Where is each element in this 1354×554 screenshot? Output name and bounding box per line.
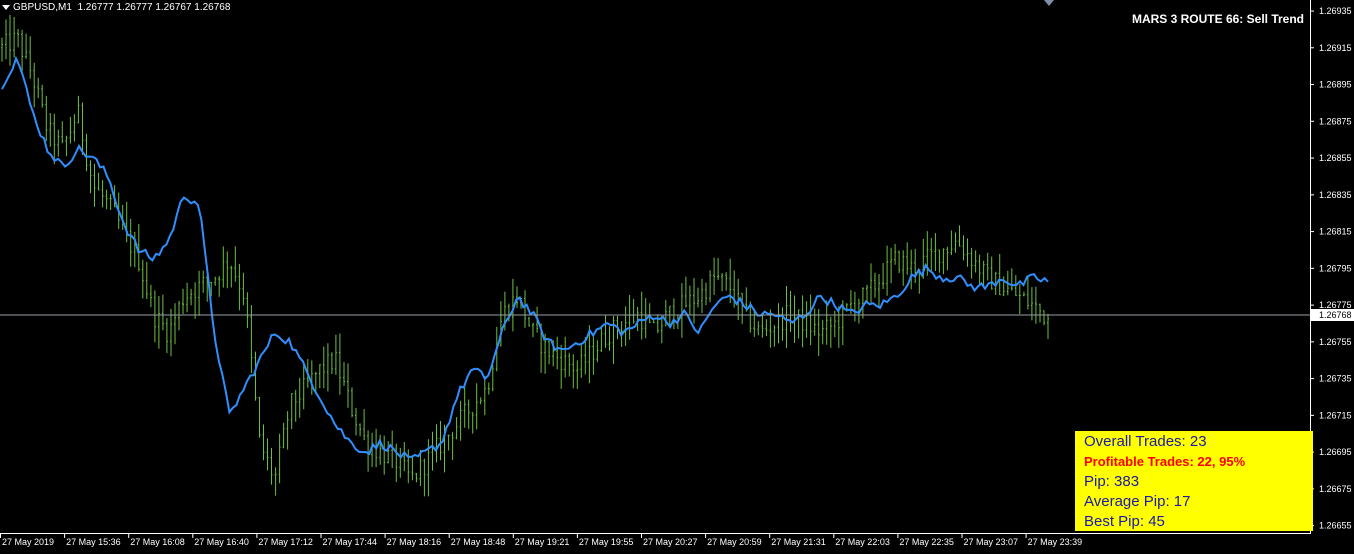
price-axis-label: 1.26655 <box>1319 521 1352 531</box>
time-axis-label: 27 May 20:27 <box>643 537 698 547</box>
time-axis-label: 27 May 16:08 <box>130 537 185 547</box>
time-axis-label: 27 May 17:44 <box>323 537 378 547</box>
symbol-name: GBPUSD,M1 <box>13 2 72 13</box>
dropdown-arrow-icon[interactable] <box>2 4 10 10</box>
time-axis-label: 27 May 23:39 <box>1028 537 1083 547</box>
time-axis-label: 27 May 21:31 <box>771 537 826 547</box>
time-axis-label: 27 May 23:07 <box>964 537 1019 547</box>
expert-advisor-title: MARS 3 ROUTE 66: Sell Trend <box>1131 12 1304 26</box>
time-axis-label: 27 May 17:12 <box>258 537 313 547</box>
price-axis-label: 1.26775 <box>1319 300 1352 310</box>
symbol-header[interactable]: GBPUSD,M1 1.26777 1.26777 1.26767 1.2676… <box>2 2 230 13</box>
time-axis-label: 27 May 20:59 <box>707 537 762 547</box>
time-axis-label: 27 May 19:21 <box>515 537 570 547</box>
price-axis-label: 1.26855 <box>1319 153 1352 163</box>
overall-trades: Overall Trades: 23 <box>1084 433 1207 450</box>
price-axis-label: 1.26735 <box>1319 374 1352 384</box>
time-axis-label: 27 May 2019 <box>2 537 54 547</box>
price-axis-label: 1.26675 <box>1319 484 1352 494</box>
time-axis-label: 27 May 22:35 <box>899 537 954 547</box>
time-axis-label: 27 May 18:16 <box>387 537 442 547</box>
price-axis-label: 1.26935 <box>1319 6 1352 16</box>
time-axis-label: 27 May 18:48 <box>451 537 506 547</box>
price-axis-label: 1.26695 <box>1319 447 1352 457</box>
profitable-trades: Profitable Trades: 22, 95% <box>1084 454 1246 469</box>
price-axis-label: 1.26875 <box>1319 116 1352 126</box>
price-axis-label: 1.26895 <box>1319 80 1352 90</box>
price-axis-label: 1.26715 <box>1319 410 1352 420</box>
current-price-label-box: 1.26768 <box>1311 309 1354 321</box>
best-pip: Best Pip: 45 <box>1084 513 1165 530</box>
time-axis-label: 27 May 19:55 <box>579 537 634 547</box>
price-axis-label: 1.26795 <box>1319 263 1352 273</box>
current-price-label: 1.26768 <box>1319 310 1352 320</box>
price-axis-label: 1.26815 <box>1319 227 1352 237</box>
symbol-ohlc: 1.26777 1.26777 1.26767 1.26768 <box>77 2 231 13</box>
price-axis-label: 1.26915 <box>1319 43 1352 53</box>
price-axis-label: 1.26755 <box>1319 337 1352 347</box>
average-pip: Average Pip: 17 <box>1084 493 1191 510</box>
total-pip: Pip: 383 <box>1084 473 1140 490</box>
price-axis-label: 1.26835 <box>1319 190 1352 200</box>
trade-stats-panel: Overall Trades: 23 Profitable Trades: 22… <box>1075 431 1313 531</box>
time-axis-label: 27 May 15:36 <box>66 537 121 547</box>
time-axis-label: 27 May 16:40 <box>194 537 249 547</box>
time-axis-label: 27 May 22:03 <box>835 537 890 547</box>
